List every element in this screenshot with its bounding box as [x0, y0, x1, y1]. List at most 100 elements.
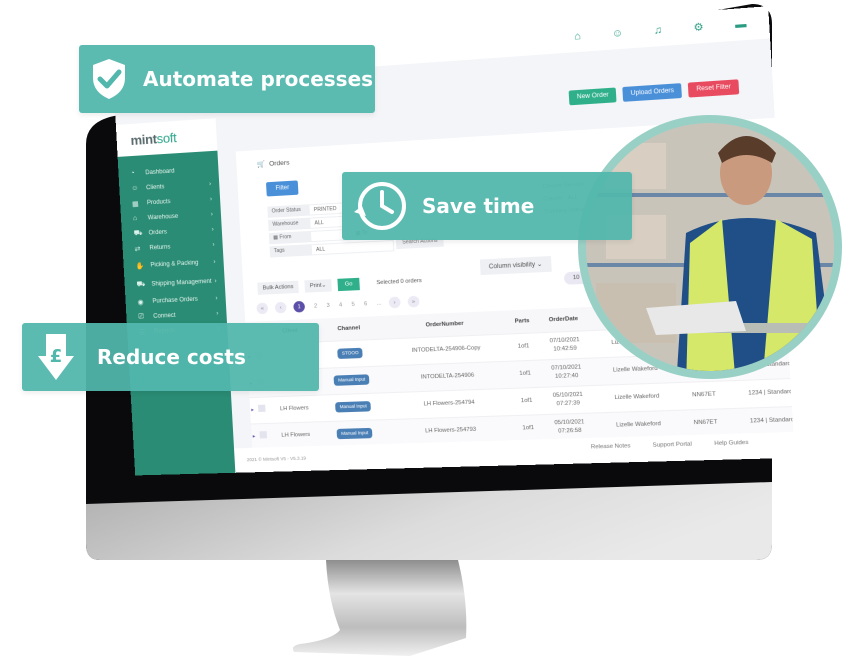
upload-orders-button[interactable]: Upload Orders: [622, 83, 683, 102]
last-page-button[interactable]: »: [407, 295, 420, 308]
cell-time: 07:27:39: [556, 400, 581, 408]
page-button[interactable]: ...: [376, 300, 381, 306]
home-icon[interactable]: ⌂: [574, 31, 581, 43]
release-notes-link[interactable]: Release Notes: [591, 443, 631, 450]
column-header[interactable]: Channel: [315, 315, 383, 342]
prev-page-button[interactable]: ‹: [274, 301, 287, 314]
chevron-right-icon: ›: [214, 278, 217, 285]
bulk-actions-row: Bulk Actions Print⌄ Go Selected 0 orders: [257, 275, 422, 295]
sidebar-item-label: Clients: [145, 183, 165, 191]
cell-name: Lizelle Wakeford: [595, 382, 680, 413]
chevron-right-icon: ›: [216, 310, 219, 317]
page-button[interactable]: 6: [364, 301, 368, 307]
sidebar-item-label: Returns: [149, 243, 171, 252]
sidebar-item-label: Picking & Packing: [150, 259, 199, 269]
page-button[interactable]: 5: [351, 301, 355, 307]
copyright: 2021 © Mintsoft V5 - V5.3.19: [246, 455, 307, 463]
settings-icon[interactable]: ⚙: [693, 22, 704, 34]
channel-badge: Manual Input: [335, 401, 372, 413]
tags-select[interactable]: ALL: [310, 239, 395, 256]
cell-time: 10:42:59: [553, 345, 577, 353]
page-button[interactable]: 2: [314, 303, 318, 309]
sidebar-item-label: Products: [146, 198, 171, 206]
row-checkbox[interactable]: [259, 431, 267, 439]
sidebar-item-label: Orders: [148, 228, 168, 236]
page-button[interactable]: 1: [293, 300, 306, 313]
go-button[interactable]: Go: [337, 277, 361, 292]
calendar-icon: ▦: [273, 234, 279, 242]
channel-badge: Manual Input: [333, 374, 370, 386]
column-header[interactable]: Parts: [507, 309, 537, 334]
column-visibility-button[interactable]: Column visibility ⌄: [479, 255, 552, 276]
returns-arrows-icon: ⇄: [134, 245, 141, 253]
cell-date: 07/10/2021: [549, 336, 580, 345]
purchase-orders-icon: ◉: [137, 298, 144, 306]
clock-refresh-icon: [352, 178, 408, 234]
bulk-actions-label: Bulk Actions: [257, 280, 299, 295]
cell-time: 07:26:58: [558, 427, 582, 435]
callout-reduce-costs: £ Reduce costs: [22, 323, 319, 391]
cell-date: 05/10/2021: [552, 391, 584, 400]
row-checkbox[interactable]: [257, 404, 266, 413]
cell-postcode: NN67ET: [677, 380, 731, 410]
order-actions: New Order Upload Orders Reset Filter: [568, 79, 740, 106]
cell-parts: 1of1: [509, 332, 539, 361]
next-page-button[interactable]: ›: [388, 296, 401, 309]
cell-parts: 1of1: [510, 359, 540, 388]
callout-save-time: Save time: [342, 172, 632, 240]
chevron-right-icon: ›: [210, 211, 214, 218]
warehouse-icon: ⌂: [132, 215, 138, 223]
sidebar-item-label: Dashboard: [145, 167, 175, 176]
chevron-right-icon: ›: [211, 226, 214, 233]
monitor-stand: [292, 560, 467, 656]
cell-service: 1234 | Standard: [728, 377, 795, 409]
column-header[interactable]: OrderDate: [535, 306, 592, 333]
cell-parts: 1of1: [513, 414, 543, 443]
print-select[interactable]: Print⌄: [304, 279, 332, 293]
expand-row-icon[interactable]: ▸: [253, 434, 256, 440]
chevron-right-icon: ›: [209, 196, 213, 203]
truck-icon: ⛟: [136, 280, 146, 289]
cart-icon: 🛒: [256, 160, 266, 169]
cell-parts: 1of1: [512, 386, 542, 416]
cell-order-number[interactable]: LH Flowers-254794: [385, 387, 514, 420]
cell-date: 07/10/2021: [551, 364, 582, 372]
svg-text:£: £: [50, 346, 63, 367]
cell-client: LH Flowers: [267, 394, 322, 423]
bell-icon[interactable]: ♫: [654, 25, 663, 37]
new-order-button[interactable]: New Order: [568, 87, 617, 106]
page-title: 🛒 Orders: [256, 158, 290, 169]
sidebar-item-label: Shipping Management: [151, 278, 212, 288]
pound-down-arrow-icon: £: [37, 332, 75, 382]
page-button[interactable]: 4: [339, 302, 343, 308]
products-grid-icon: ▦: [131, 200, 139, 208]
users-icon[interactable]: ☺: [611, 28, 623, 40]
pagination: « ‹ 1 2 3 4 5 6... › »: [256, 295, 420, 315]
sidebar-item-label: Purchase Orders: [152, 296, 198, 305]
selected-count: Selected 0 orders: [376, 277, 422, 287]
chevron-right-icon: ›: [215, 295, 218, 302]
cell-date: 05/10/2021: [554, 419, 585, 427]
user-avatar-icon[interactable]: ▬: [735, 19, 747, 32]
channel-badge: Manual Input: [336, 428, 373, 440]
expand-row-icon[interactable]: ▸: [251, 407, 254, 413]
filter-button[interactable]: Filter: [265, 180, 299, 197]
picking-icon: ✋: [135, 262, 145, 270]
first-page-button[interactable]: «: [256, 302, 269, 315]
channel-badge: STOOO: [337, 347, 364, 359]
callout-automate-processes: Automate processes: [79, 45, 375, 113]
connect-icon: ⎚: [138, 312, 145, 321]
support-portal-link[interactable]: Support Portal: [653, 441, 693, 448]
sidebar-item-label: Warehouse: [147, 213, 179, 221]
help-guides-link[interactable]: Help Guides: [714, 440, 749, 447]
orders-cart-icon: ⛟: [133, 229, 143, 238]
worker-figure: [646, 136, 834, 371]
sidebar-item-label: Connect: [153, 312, 176, 320]
warehouse-worker-photo: [578, 115, 842, 379]
reset-filter-button[interactable]: Reset Filter: [688, 79, 740, 98]
clients-icon: ☺: [131, 184, 139, 193]
chevron-right-icon: ›: [208, 180, 212, 188]
shield-check-icon: [91, 58, 127, 100]
chevron-right-icon: ›: [213, 258, 216, 265]
page-button[interactable]: 3: [326, 302, 330, 308]
